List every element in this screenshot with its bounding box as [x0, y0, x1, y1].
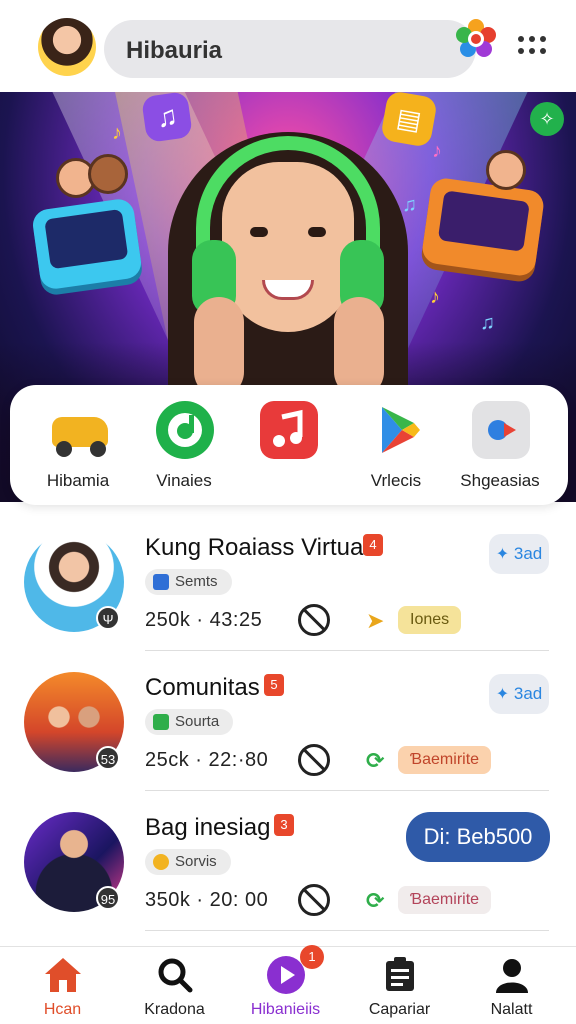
app-label: Vinaies: [156, 471, 212, 490]
app-hibamia[interactable]: Hibamia: [28, 399, 128, 499]
app-label: Hibamia: [46, 471, 110, 490]
follow-button[interactable]: ✦ 3ad: [489, 674, 549, 714]
app-vrlecis[interactable]: Vinaies: [238, 399, 338, 499]
notification-badge: 1: [300, 945, 324, 969]
green-star-icon[interactable]: ✧: [530, 102, 564, 136]
list-item[interactable]: 53 Comunitas 5 Sourta 25ck · 22:·80 ⟳ Ɓa…: [0, 650, 576, 790]
nav-label: Hibanieiis: [250, 1001, 321, 1018]
status-pill[interactable]: Iones: [398, 606, 462, 634]
item-stats: 25ck · 22:·80: [145, 749, 269, 771]
item-title[interactable]: Kung Roaiass Virtua: [145, 534, 363, 562]
nav-profile[interactable]: Nalatt: [454, 947, 569, 1024]
thumb-badge: 95: [96, 886, 120, 910]
refresh-icon: ⟳: [366, 888, 385, 913]
block-icon[interactable]: [298, 744, 330, 776]
grid-dots-icon[interactable]: [518, 36, 548, 58]
home-icon: [45, 958, 81, 992]
cta-button[interactable]: Di: Beb500: [406, 812, 550, 862]
follow-label: 3ad: [513, 684, 543, 703]
note-icon: ♫: [402, 194, 417, 216]
app-shgeasias[interactable]: Shgeasias: [450, 399, 550, 499]
note-icon: ♪: [432, 140, 442, 162]
note-icon: ♫: [480, 312, 495, 334]
nav-label: Nalatt: [490, 1001, 533, 1018]
list-item[interactable]: Ψ Kung Roaiass Virtua 4 Semts 250k · 43:…: [0, 510, 576, 650]
follow-button[interactable]: ✦ 3ad: [489, 534, 549, 574]
app-play-store[interactable]: Vrlecis: [346, 399, 446, 499]
search-icon: [158, 958, 193, 993]
item-title[interactable]: Bag inesiag: [145, 814, 270, 842]
music-note-icon: ♫: [141, 92, 193, 143]
item-stats: 350k · 20: 00: [145, 889, 269, 911]
hand: [194, 297, 244, 397]
tablet-icon: [30, 197, 144, 291]
nav-search[interactable]: Kradona: [117, 947, 232, 1024]
tag-icon: [153, 854, 169, 870]
car-icon: [50, 401, 108, 459]
item-tag[interactable]: Sourta: [145, 709, 234, 735]
nav-play[interactable]: 1 Hibanieiis: [228, 945, 343, 1024]
status-pill[interactable]: Ɓaemirite: [398, 746, 492, 774]
nav-label: Kradona: [144, 1001, 205, 1018]
app-vinaies[interactable]: Vinaies: [134, 399, 234, 499]
status-arrow-icon: ➤: [366, 608, 385, 633]
tag-icon: [153, 714, 169, 730]
thumb-badge: 53: [96, 746, 120, 770]
bird-icon: ✦: [495, 546, 510, 563]
block-icon[interactable]: [298, 884, 330, 916]
quick-apps-card: Hibamia Vinaies Vinaies Vrlecis: [10, 385, 568, 505]
play-store-icon: [382, 407, 420, 453]
profile-icon: [496, 959, 528, 993]
note-icon: ♪: [112, 122, 122, 144]
note-icon: ♪: [430, 286, 440, 308]
follow-label: 3ad: [513, 544, 543, 563]
block-icon[interactable]: [298, 604, 330, 636]
item-stats: 250k · 43:25: [145, 609, 263, 631]
search-text: Hibauria: [126, 37, 223, 64]
tag-label: Semts: [175, 573, 218, 590]
tag-icon: [153, 574, 169, 590]
nav-label: Hcan: [43, 1001, 82, 1018]
cartoon-boy-icon: [486, 150, 526, 190]
top-bar: Hibauria: [0, 0, 576, 92]
user-avatar[interactable]: [38, 18, 96, 76]
radio-icon: [420, 176, 546, 278]
count-badge: 5: [264, 674, 284, 696]
green-music-icon: [156, 401, 214, 459]
nav-home[interactable]: Hcan: [5, 947, 120, 1024]
app-label: Vrlecis: [370, 471, 422, 490]
item-tag[interactable]: Sorvis: [145, 849, 231, 875]
tag-label: Sorvis: [175, 853, 217, 870]
video-icon: [472, 401, 530, 459]
bottom-navigation: Hcan Kradona 1 Hibanieiis Capariar Nalat…: [0, 945, 576, 1024]
notes-icon: [386, 957, 414, 991]
hand: [334, 297, 384, 397]
shopping-bag-icon: ▤: [380, 92, 438, 148]
tag-label: Sourta: [175, 713, 220, 730]
bird-icon: ✦: [495, 686, 510, 703]
divider: [145, 930, 549, 931]
search-bar[interactable]: Hibauria: [104, 20, 476, 78]
flower-logo-icon[interactable]: [455, 18, 497, 60]
refresh-icon: ⟳: [366, 748, 385, 773]
nav-label: Capariar: [368, 1001, 431, 1018]
item-title[interactable]: Comunitas: [145, 674, 260, 702]
music-app-icon: [260, 401, 318, 459]
nav-notes[interactable]: Capariar: [342, 947, 457, 1024]
count-badge: 3: [274, 814, 294, 836]
app-label: Shgeasias: [460, 471, 540, 490]
thumb-badge: Ψ: [96, 606, 120, 630]
list-item[interactable]: 95 Bag inesiag 3 Sorvis 350k · 20: 00 ⟳ …: [0, 790, 576, 930]
cartoon-kid-icon: [88, 154, 128, 194]
status-pill[interactable]: Ɓaemirite: [398, 886, 492, 914]
item-tag[interactable]: Semts: [145, 569, 232, 595]
count-badge: 4: [363, 534, 383, 556]
